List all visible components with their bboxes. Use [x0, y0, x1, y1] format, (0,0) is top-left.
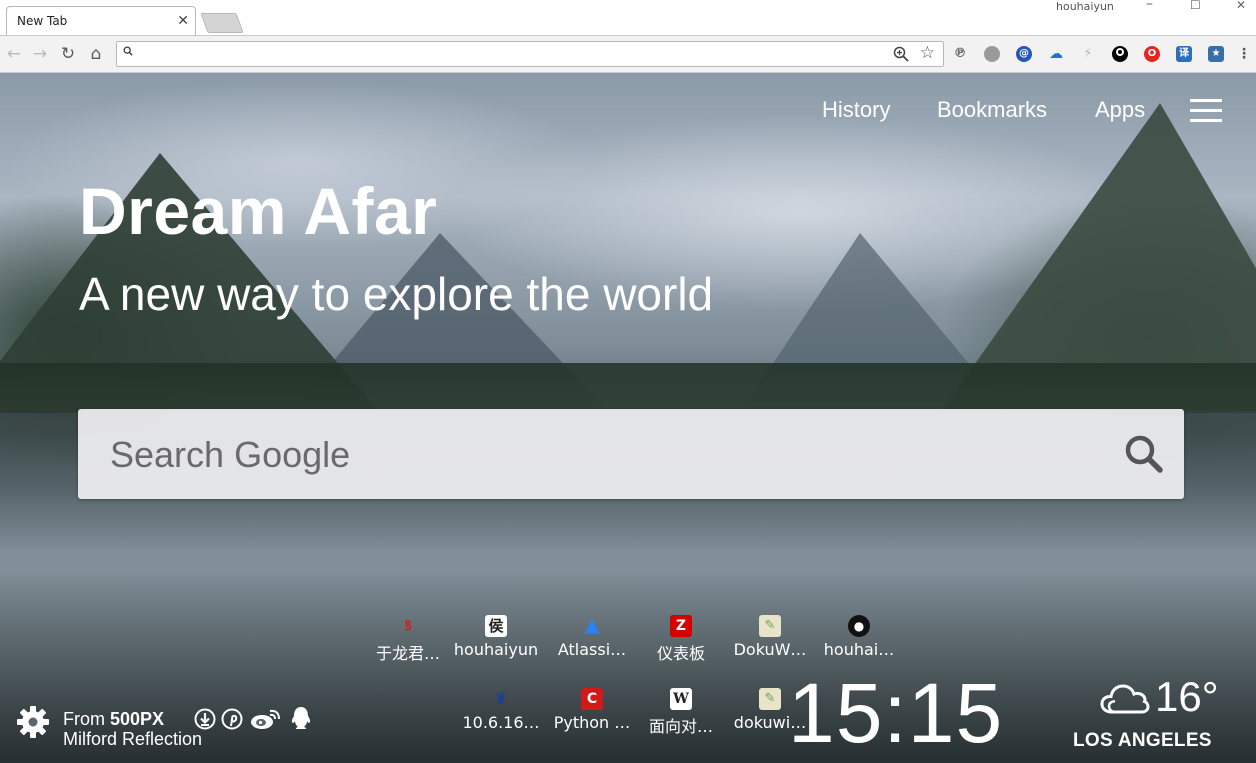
at-icon[interactable]: @ — [1016, 46, 1032, 62]
background-treeline — [0, 363, 1256, 411]
tab-strip: New Tab ✕ houhaiyun – ☐ ✕ — [0, 0, 1256, 36]
profile-name[interactable]: houhaiyun — [1056, 0, 1114, 13]
home-icon[interactable]: ⌂ — [86, 44, 106, 64]
photo-source[interactable]: From 500PX — [63, 709, 164, 730]
cloud-icon[interactable]: ☁ — [1048, 46, 1064, 62]
jenkins-icon: ♜ — [493, 689, 509, 708]
hero-title: Dream Afar — [79, 174, 438, 248]
minimize-icon[interactable]: – — [1146, 0, 1153, 12]
bookmark-star-icon[interactable]: ☆ — [920, 43, 935, 63]
clock: 15:15 — [788, 666, 1004, 760]
top-site[interactable]: 侯 houhaiyun — [451, 615, 541, 659]
weather-city[interactable]: LOS ANGELES — [1073, 730, 1212, 752]
tab-title: New Tab — [17, 14, 68, 28]
back-icon[interactable]: ← — [4, 44, 24, 64]
top-site[interactable]: ✎ DokuW… — [725, 615, 815, 659]
weibo-icon[interactable] — [249, 708, 283, 730]
maximize-icon[interactable]: ☐ — [1190, 0, 1201, 12]
star-bookmark-icon[interactable]: ★ — [1208, 46, 1224, 62]
search-input[interactable] — [108, 429, 1092, 481]
zabbix-icon: Z — [670, 615, 692, 637]
top-site-label: 仪表板 — [656, 644, 705, 663]
credit-prefix: From — [63, 709, 110, 729]
temperature: 16° — [1155, 673, 1219, 720]
search-box[interactable] — [78, 409, 1184, 499]
reload-icon[interactable]: ↻ — [58, 44, 78, 64]
top-site-label: Python … — [553, 713, 631, 732]
credit-source: 500PX — [110, 709, 165, 729]
top-site[interactable]: W 面向对… — [636, 688, 726, 737]
gear-icon[interactable] — [16, 705, 50, 739]
dictionary-icon[interactable]: 译 — [1176, 46, 1192, 62]
tab-new-tab[interactable]: New Tab ✕ — [6, 6, 196, 36]
atlassian-icon: ▲ — [585, 615, 599, 636]
top-site[interactable]: ▲ Atlassi… — [547, 615, 637, 659]
hou-icon: 侯 — [485, 615, 507, 637]
ghostery-icon[interactable] — [984, 46, 1000, 62]
dragon-icon: ꝸ — [404, 618, 412, 634]
top-site-label: 10.6.16… — [462, 713, 540, 732]
pinterest-icon[interactable] — [221, 708, 243, 730]
zoom-icon[interactable] — [893, 46, 909, 62]
new-tab-button[interactable] — [200, 13, 244, 33]
download-icon[interactable] — [194, 708, 216, 730]
menu-icon[interactable]: ⋮ — [1236, 46, 1252, 62]
close-tab-icon[interactable]: ✕ — [177, 12, 189, 29]
opera-icon[interactable]: O — [1144, 46, 1160, 62]
history-link[interactable]: History — [822, 97, 890, 123]
search-icon — [123, 46, 133, 56]
dokuwiki-icon: ✎ — [759, 688, 781, 710]
github-icon: ● — [848, 615, 870, 637]
search-icon[interactable] — [1124, 434, 1164, 474]
forward-icon[interactable]: → — [30, 44, 50, 64]
top-site-label: 于龙君… — [375, 644, 440, 663]
top-site[interactable]: Z 仪表板 — [636, 615, 726, 664]
hero-subtitle: A new way to explore the world — [79, 268, 714, 320]
cloud-icon — [1100, 684, 1150, 714]
lightning-icon[interactable]: ⚡ — [1080, 46, 1096, 62]
new-tab-page: History Bookmarks Apps Dream Afar A new … — [0, 73, 1256, 763]
translate-icon[interactable]: ℗ — [952, 46, 968, 62]
omnibox[interactable]: ☆ — [116, 41, 944, 67]
record-icon[interactable] — [1112, 46, 1128, 62]
top-site-label: houhai… — [823, 640, 895, 659]
top-site[interactable]: ♜ 10.6.16… — [456, 688, 546, 732]
c-icon: C — [581, 688, 603, 710]
top-site[interactable]: ꝸ 于龙君… — [363, 615, 453, 664]
apps-link[interactable]: Apps — [1095, 97, 1145, 123]
photo-title[interactable]: Milford Reflection — [63, 729, 202, 750]
qq-icon[interactable] — [288, 705, 314, 731]
top-site-label: Atlassi… — [557, 640, 627, 659]
hamburger-menu-icon[interactable] — [1190, 99, 1222, 123]
top-site[interactable]: C Python … — [547, 688, 637, 732]
omnibox-input[interactable] — [141, 45, 885, 65]
top-site-label: DokuW… — [733, 640, 807, 659]
top-site-label: 面向对… — [648, 717, 713, 736]
browser-toolbar: ← → ↻ ⌂ ☆ ℗ @ ☁ ⚡ O 译 ★ ⋮ — [0, 35, 1256, 73]
dokuwiki-icon: ✎ — [759, 615, 781, 637]
close-window-icon[interactable]: ✕ — [1236, 0, 1246, 12]
wikipedia-icon: W — [670, 688, 692, 710]
bookmarks-link[interactable]: Bookmarks — [937, 97, 1047, 123]
top-site[interactable]: ● houhai… — [814, 615, 904, 659]
top-site-label: houhaiyun — [453, 640, 539, 659]
